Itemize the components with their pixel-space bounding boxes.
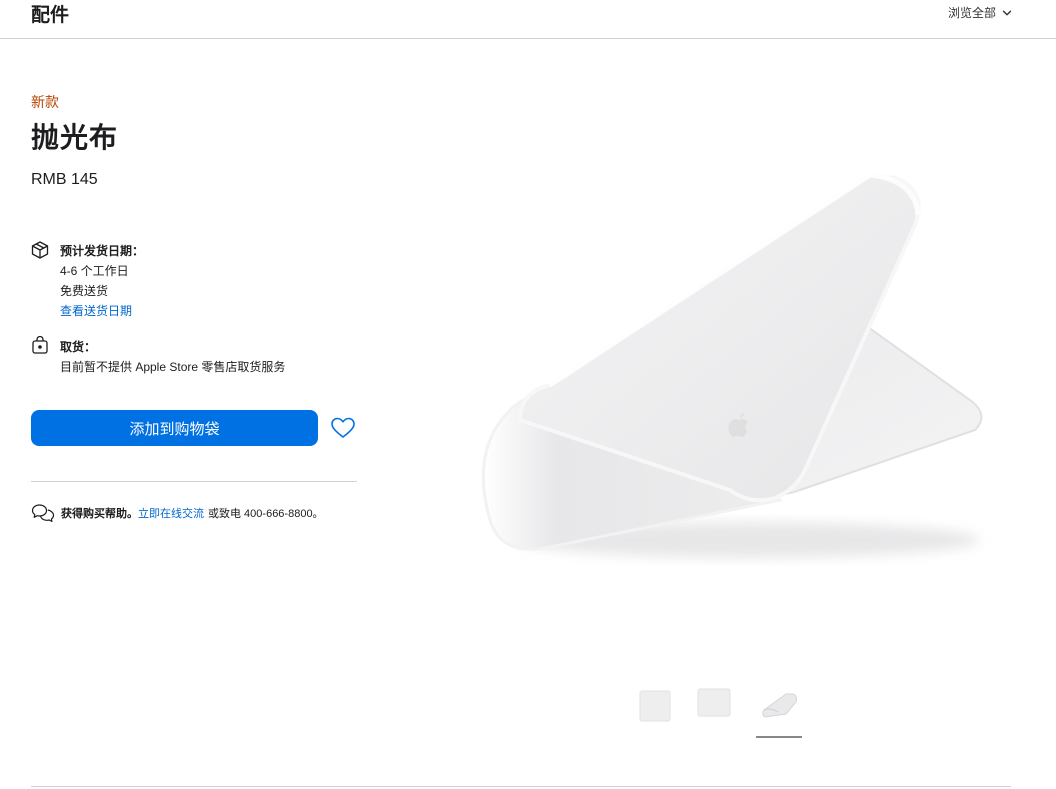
delivery-eta: 4-6 个工作日 — [60, 264, 129, 278]
check-delivery-dates-link[interactable]: 查看送货日期 — [60, 302, 132, 319]
add-to-bag-button[interactable]: 添加到购物袋 — [31, 410, 318, 446]
box-icon — [31, 241, 49, 259]
thumbnail-selected-indicator — [756, 736, 802, 738]
product-title: 抛光布 — [31, 122, 119, 153]
top-bar: 配件 浏览全部 — [0, 0, 1056, 39]
shopping-bag-icon — [32, 335, 48, 354]
polishing-cloth-image — [481, 172, 983, 558]
delivery-heading: 预计发货日期： — [60, 244, 145, 258]
chat-bubbles-icon — [31, 504, 55, 522]
pickup-note: 目前暂不提供 Apple Store 零售店取货服务 — [60, 360, 286, 374]
heart-icon[interactable] — [329, 414, 357, 442]
thumbnail-2[interactable] — [696, 686, 732, 720]
product-price: RMB 145 — [31, 171, 98, 188]
bottom-divider — [31, 786, 1011, 787]
page-title: 配件 — [31, 5, 70, 26]
delivery-shipping: 免费送货 — [60, 284, 109, 298]
thumbnail-1[interactable] — [638, 688, 672, 724]
call-phone-text: 或致电 400-666-8800。 — [208, 508, 324, 520]
browse-all-button[interactable]: 浏览全部 — [948, 4, 1012, 21]
help-lead: 获得购买帮助。 — [61, 508, 138, 520]
new-badge: 新款 — [31, 94, 59, 110]
browse-all-label: 浏览全部 — [948, 6, 997, 20]
chevron-down-icon — [1002, 10, 1012, 15]
thumbnail-3[interactable] — [756, 690, 802, 720]
purchase-help: 获得购买帮助。 立即在线交流 或致电 400-666-8800。 — [31, 503, 324, 523]
chat-now-link[interactable]: 立即在线交流 — [138, 505, 204, 521]
section-divider — [31, 481, 357, 482]
pickup-heading: 取货： — [60, 340, 97, 354]
